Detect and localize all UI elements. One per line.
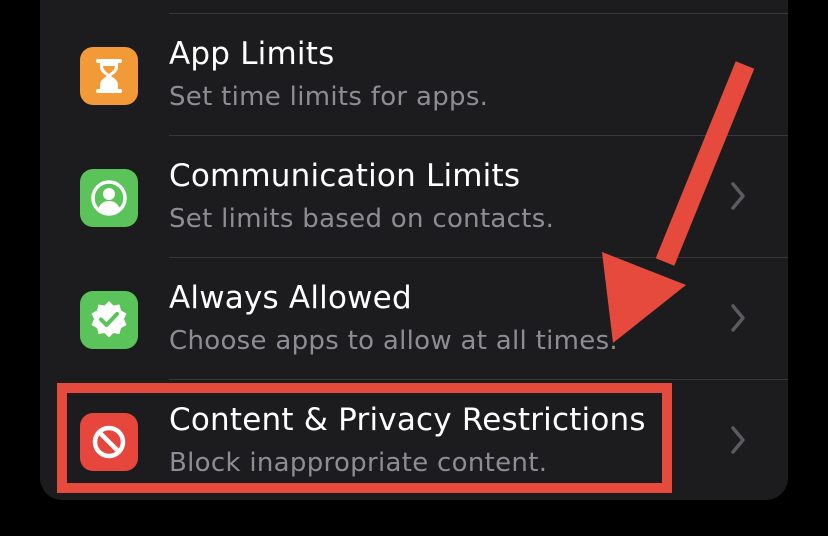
screen-time-settings: App Limits Set time limits for apps. Com… (0, 0, 828, 536)
annotation-arrow (602, 61, 755, 343)
